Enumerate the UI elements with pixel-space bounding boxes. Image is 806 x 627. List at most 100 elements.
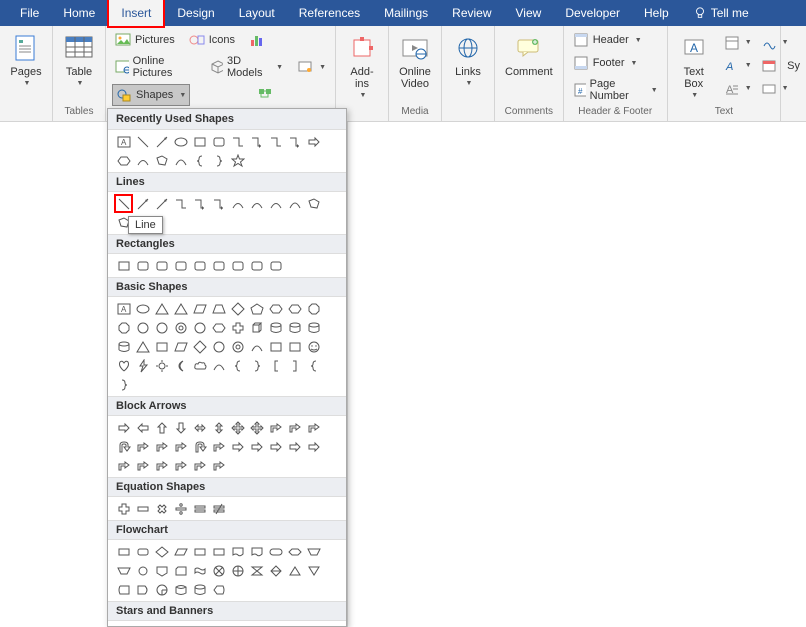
shape-freeform[interactable] xyxy=(304,194,323,213)
icons-button[interactable]: Icons xyxy=(186,30,238,50)
shape-flowMerge[interactable] xyxy=(304,561,323,580)
shape-flowStored[interactable] xyxy=(114,580,133,599)
shape-smiley[interactable] xyxy=(304,337,323,356)
shape-arc[interactable] xyxy=(285,194,304,213)
shape-flowProc[interactable] xyxy=(209,542,228,561)
wordart-button[interactable]: A▼ xyxy=(722,57,755,75)
shape-can[interactable] xyxy=(285,318,304,337)
shape-flowSort[interactable] xyxy=(266,561,285,580)
pages-button[interactable]: Pages ▼ xyxy=(6,30,46,89)
shape-star[interactable] xyxy=(209,623,228,627)
shape-sun[interactable] xyxy=(152,356,171,375)
shapes-button[interactable]: Shapes ▼ xyxy=(112,84,190,106)
shape-bent[interactable] xyxy=(304,418,323,437)
shape-elbowArr[interactable] xyxy=(247,132,266,151)
smartart-button[interactable] xyxy=(254,84,276,106)
shape-textbox[interactable]: A xyxy=(114,132,133,151)
shape-rect[interactable] xyxy=(285,337,304,356)
shape-star[interactable] xyxy=(171,623,190,627)
shape-arc[interactable] xyxy=(209,356,228,375)
page-number-button[interactable]: # Page Number ▼ xyxy=(570,76,661,104)
shape-quad[interactable] xyxy=(247,418,266,437)
shape-eqDiv[interactable] xyxy=(171,499,190,518)
tab-developer[interactable]: Developer xyxy=(553,0,632,26)
shape-roundRect[interactable] xyxy=(152,256,171,275)
shape-bent[interactable] xyxy=(209,437,228,456)
shape-roundRect[interactable] xyxy=(209,256,228,275)
shape-rtArrow[interactable] xyxy=(266,437,285,456)
shape-triangle[interactable] xyxy=(152,299,171,318)
3d-models-button[interactable]: 3D Models ▼ xyxy=(207,53,286,81)
shape-flowConnector[interactable] xyxy=(133,561,152,580)
shape-lineArrow[interactable] xyxy=(152,194,171,213)
shape-cloud[interactable] xyxy=(190,356,209,375)
shape-circle[interactable] xyxy=(209,337,228,356)
shape-roundRect[interactable] xyxy=(266,256,285,275)
shape-braceR[interactable] xyxy=(247,356,266,375)
shape-bracketR[interactable] xyxy=(285,356,304,375)
shape-pentagon[interactable] xyxy=(247,299,266,318)
shape-heart[interactable] xyxy=(114,356,133,375)
shape-star[interactable] xyxy=(190,623,209,627)
shape-trapezoid[interactable] xyxy=(209,299,228,318)
shape-curve[interactable] xyxy=(228,194,247,213)
shape-explosion[interactable] xyxy=(114,623,133,627)
tell-me[interactable]: Tell me xyxy=(681,0,761,26)
shape-curve[interactable] xyxy=(247,194,266,213)
shape-oval[interactable] xyxy=(171,132,190,151)
shape-rect[interactable] xyxy=(266,337,285,356)
shape-elbow[interactable] xyxy=(171,194,190,213)
shape-braceL[interactable] xyxy=(228,356,247,375)
shape-hex[interactable] xyxy=(266,299,285,318)
shape-cube[interactable] xyxy=(247,318,266,337)
shape-flowData[interactable] xyxy=(171,542,190,561)
shape-diamond[interactable] xyxy=(190,337,209,356)
shape-bent[interactable] xyxy=(171,437,190,456)
chart-button[interactable] xyxy=(246,30,268,50)
date-time-button[interactable] xyxy=(759,57,779,75)
shape-parallelogram[interactable] xyxy=(171,337,190,356)
shape-bracketL[interactable] xyxy=(266,356,285,375)
shape-elbowArr[interactable] xyxy=(209,194,228,213)
tab-home[interactable]: Home xyxy=(51,0,107,26)
shape-flowOffpage[interactable] xyxy=(152,561,171,580)
shape-braceR[interactable] xyxy=(209,151,228,170)
shape-ltArrow[interactable] xyxy=(133,418,152,437)
tab-view[interactable]: View xyxy=(504,0,554,26)
shape-bent[interactable] xyxy=(152,437,171,456)
shape-star8[interactable] xyxy=(247,623,266,627)
shape-roundRect[interactable] xyxy=(190,256,209,275)
shape-braceL[interactable] xyxy=(304,356,323,375)
shape-rtArrow[interactable] xyxy=(228,437,247,456)
comment-button[interactable]: Comment xyxy=(501,30,557,80)
shape-curve[interactable] xyxy=(133,151,152,170)
shape-roundRect[interactable] xyxy=(247,256,266,275)
shape-eqPlus[interactable] xyxy=(114,499,133,518)
shape-flowDoc[interactable] xyxy=(228,542,247,561)
shape-uturn[interactable] xyxy=(190,437,209,456)
shape-curve[interactable] xyxy=(266,194,285,213)
shape-bent[interactable] xyxy=(190,456,209,475)
shape-rect[interactable] xyxy=(190,132,209,151)
tab-design[interactable]: Design xyxy=(165,0,226,26)
links-button[interactable]: Links ▼ xyxy=(448,30,488,89)
shape-flowPrep[interactable] xyxy=(285,542,304,561)
shape-upArrow[interactable] xyxy=(152,418,171,437)
shape-oval[interactable] xyxy=(133,299,152,318)
shape-arc[interactable] xyxy=(171,151,190,170)
shape-eqMinus[interactable] xyxy=(133,499,152,518)
shape-bent[interactable] xyxy=(152,456,171,475)
shape-eqNeq[interactable] xyxy=(209,499,228,518)
shape-flowDisplay[interactable] xyxy=(209,580,228,599)
tab-help[interactable]: Help xyxy=(632,0,681,26)
shape-moon[interactable] xyxy=(171,356,190,375)
shape-flowSum[interactable] xyxy=(209,561,228,580)
shape-parallelogram[interactable] xyxy=(190,299,209,318)
shape-bent[interactable] xyxy=(171,456,190,475)
shape-uturn[interactable] xyxy=(114,437,133,456)
shape-braceL[interactable] xyxy=(190,151,209,170)
shape-flowManual[interactable] xyxy=(304,542,323,561)
shape-lineArrow[interactable] xyxy=(133,194,152,213)
shape-bent[interactable] xyxy=(209,456,228,475)
shape-quad[interactable] xyxy=(228,418,247,437)
